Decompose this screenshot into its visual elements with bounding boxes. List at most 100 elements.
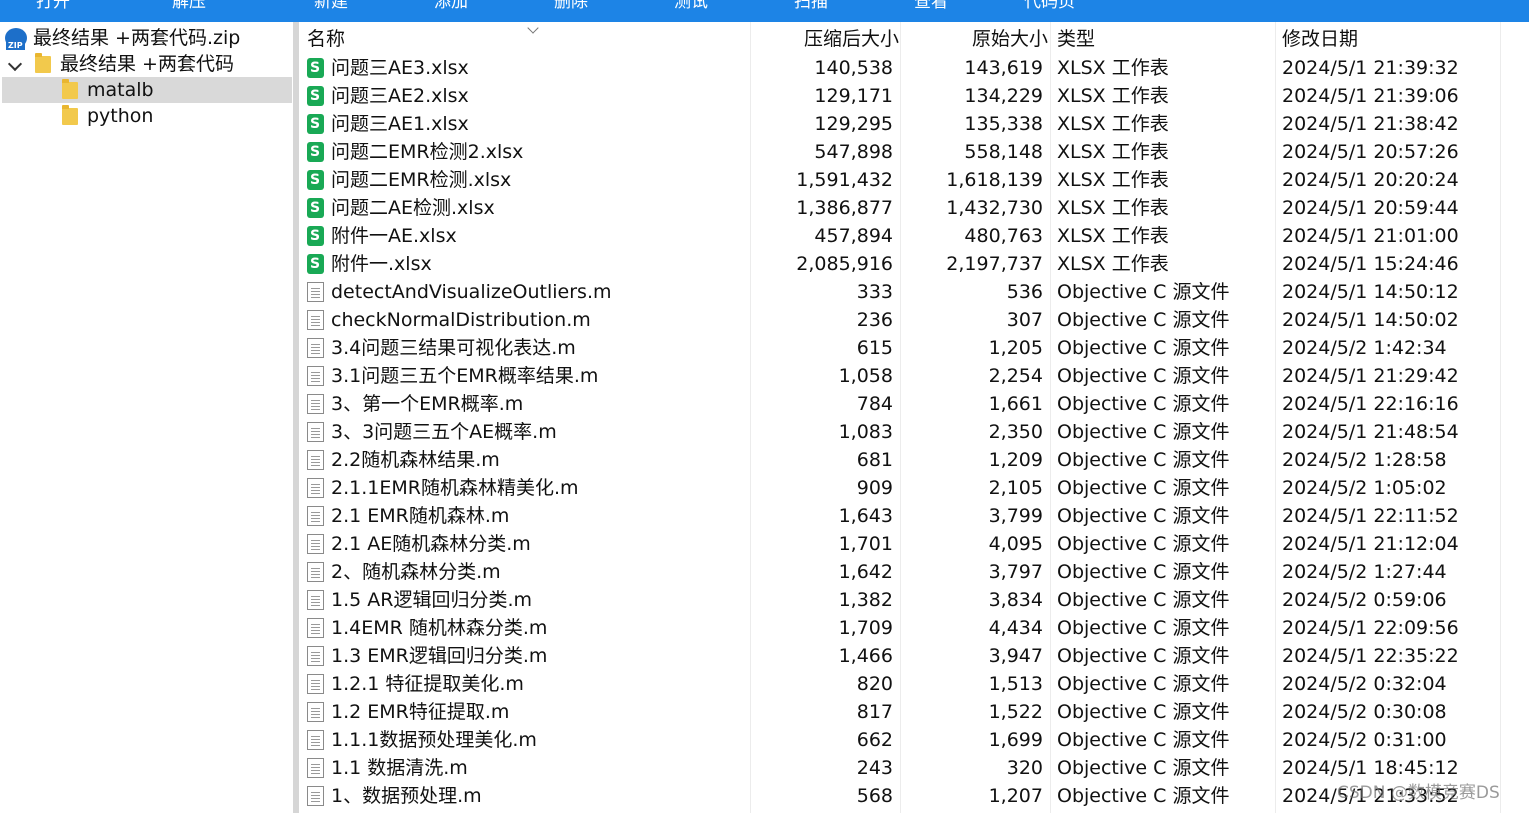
file-type: Objective C 源文件 <box>1057 309 1230 331</box>
file-type: Objective C 源文件 <box>1057 365 1230 387</box>
tree-item-matalb[interactable]: matalb <box>2 77 292 103</box>
file-type: Objective C 源文件 <box>1057 421 1230 443</box>
modified-date: 2024/5/1 20:59:44 <box>1282 197 1459 219</box>
file-row[interactable]: 附件一.xlsx 2,085,916 2,197,737 XLSX 工作表 2024/5… <box>299 250 1529 278</box>
xlsx-icon <box>307 170 324 190</box>
m-file-icon <box>307 534 324 554</box>
modified-date: 2024/5/2 1:42:34 <box>1282 337 1447 359</box>
file-type: XLSX 工作表 <box>1057 197 1169 219</box>
tree-item-label: 最终结果 +两套代码 <box>60 53 234 75</box>
file-row[interactable]: 1.1.1数据预处理美化.m 662 1,699 Objective C 源文件 202… <box>299 726 1529 754</box>
original-size: 2,350 <box>988 421 1043 443</box>
column-header-compressed[interactable]: 压缩后大小 <box>804 22 899 54</box>
file-row[interactable]: 1.2 EMR特征提取.m 817 1,522 Objective C 源文件 2024… <box>299 698 1529 726</box>
column-header-type[interactable]: 类型 <box>1057 22 1095 54</box>
modified-date: 2024/5/1 21:39:32 <box>1282 57 1459 79</box>
file-row[interactable]: 2、随机森林分类.m 1,642 3,797 Objective C 源文件 2024/… <box>299 558 1529 586</box>
modified-date: 2024/5/1 20:20:24 <box>1282 169 1459 191</box>
tree-item-root-folder[interactable]: 最终结果 +两套代码 <box>2 51 292 77</box>
file-type: Objective C 源文件 <box>1057 729 1230 751</box>
file-type: XLSX 工作表 <box>1057 113 1169 135</box>
m-file-icon <box>307 730 324 750</box>
original-size: 4,095 <box>988 533 1043 555</box>
toolbar: 打开 解压 新建 添加 删除 测试 扫描 查看 代码页 <box>0 0 1529 22</box>
original-size: 480,763 <box>964 225 1043 247</box>
original-size: 1,209 <box>988 449 1043 471</box>
tree-item-archive[interactable]: 最终结果 +两套代码.zip <box>2 25 292 51</box>
new-button[interactable]: 新建 <box>314 0 348 13</box>
file-type: Objective C 源文件 <box>1057 449 1230 471</box>
open-button[interactable]: 打开 <box>36 0 70 13</box>
tree-item-label: python <box>87 105 154 127</box>
folder-icon <box>62 79 78 99</box>
file-row[interactable]: 问题二AE检测.xlsx 1,386,877 1,432,730 XLSX 工作表 20… <box>299 194 1529 222</box>
file-row[interactable]: 3、3问题三五个AE概率.m 1,083 2,350 Objective C 源文件 2… <box>299 418 1529 446</box>
column-header-label: 名称 <box>307 28 346 50</box>
file-type: Objective C 源文件 <box>1057 701 1230 723</box>
codepage-button[interactable]: 代码页 <box>1024 0 1075 13</box>
file-row[interactable]: 问题三AE2.xlsx 129,171 134,229 XLSX 工作表 2024/5/… <box>299 82 1529 110</box>
compressed-size: 817 <box>856 701 893 723</box>
modified-date: 2024/5/1 21:48:54 <box>1282 421 1459 443</box>
file-name: 1.3 EMR逻辑回归分类.m <box>331 645 548 667</box>
file-row[interactable]: 1.3 EMR逻辑回归分类.m 1,466 3,947 Objective C 源文件… <box>299 642 1529 670</box>
compressed-size: 1,083 <box>838 421 893 443</box>
file-type: Objective C 源文件 <box>1057 505 1230 527</box>
file-row[interactable]: checkNormalDistribution.m 236 307 Objective… <box>299 306 1529 334</box>
file-row[interactable]: 问题三AE3.xlsx 140,538 143,619 XLSX 工作表 2024/5/… <box>299 54 1529 82</box>
file-row[interactable]: 问题三AE1.xlsx 129,295 135,338 XLSX 工作表 2024/5/… <box>299 110 1529 138</box>
file-row[interactable]: 1.5 AR逻辑回归分类.m 1,382 3,834 Objective C 源文件 2… <box>299 586 1529 614</box>
modified-date: 2024/5/2 1:28:58 <box>1282 449 1447 471</box>
file-row[interactable]: detectAndVisualizeOutliers.m 333 536 Object… <box>299 278 1529 306</box>
column-header-name[interactable]: 名称 <box>307 22 747 54</box>
modified-date: 2024/5/1 14:50:12 <box>1282 281 1459 303</box>
file-row[interactable]: 3.4问题三结果可视化表达.m 615 1,205 Objective C 源文件 20… <box>299 334 1529 362</box>
modified-date: 2024/5/2 0:32:04 <box>1282 673 1447 695</box>
file-row[interactable]: 2.1 AE随机森林分类.m 1,701 4,095 Objective C 源文件 2… <box>299 530 1529 558</box>
file-row[interactable]: 问题二EMR检测2.xlsx 547,898 558,148 XLSX 工作表 2024… <box>299 138 1529 166</box>
file-row[interactable]: 1.2.1 特征提取美化.m 820 1,513 Objective C 源文件 202… <box>299 670 1529 698</box>
original-size: 1,699 <box>988 729 1043 751</box>
add-button[interactable]: 添加 <box>434 0 468 13</box>
file-row[interactable]: 2.2随机森林结果.m 681 1,209 Objective C 源文件 2024/5… <box>299 446 1529 474</box>
m-file-icon <box>307 478 324 498</box>
m-file-icon <box>307 674 324 694</box>
delete-button[interactable]: 删除 <box>554 0 588 13</box>
file-type: Objective C 源文件 <box>1057 561 1230 583</box>
file-type: Objective C 源文件 <box>1057 757 1230 779</box>
compressed-size: 457,894 <box>814 225 893 247</box>
file-row[interactable]: 问题二EMR检测.xlsx 1,591,432 1,618,139 XLSX 工作表 2… <box>299 166 1529 194</box>
file-name: 问题三AE3.xlsx <box>331 57 469 79</box>
xlsx-icon <box>307 86 324 106</box>
original-size: 2,105 <box>988 477 1043 499</box>
file-type: Objective C 源文件 <box>1057 477 1230 499</box>
column-header-original[interactable]: 原始大小 <box>972 22 1048 54</box>
original-size: 1,432,730 <box>946 197 1043 219</box>
original-size: 4,434 <box>988 617 1043 639</box>
file-row[interactable]: 1.4EMR 随机林森分类.m 1,709 4,434 Objective C 源文件… <box>299 614 1529 642</box>
scan-button[interactable]: 扫描 <box>794 0 828 13</box>
extract-button[interactable]: 解压 <box>172 0 206 13</box>
m-file-icon <box>307 758 324 778</box>
original-size: 1,522 <box>988 701 1043 723</box>
chevron-down-icon[interactable] <box>7 56 23 72</box>
file-row[interactable]: 2.1.1EMR随机森林精美化.m 909 2,105 Objective C 源文件… <box>299 474 1529 502</box>
file-type: XLSX 工作表 <box>1057 141 1169 163</box>
compressed-size: 140,538 <box>814 57 893 79</box>
file-name: 问题二EMR检测2.xlsx <box>331 141 524 163</box>
view-button[interactable]: 查看 <box>914 0 948 13</box>
file-row[interactable]: 附件一AE.xlsx 457,894 480,763 XLSX 工作表 2024/5/1… <box>299 222 1529 250</box>
file-type: XLSX 工作表 <box>1057 225 1169 247</box>
file-name: 2.2随机森林结果.m <box>331 449 500 471</box>
tree-item-python[interactable]: python <box>2 103 292 129</box>
column-header-modified[interactable]: 修改日期 <box>1282 22 1358 54</box>
file-name: 附件一AE.xlsx <box>331 225 457 247</box>
file-row[interactable]: 1.1 数据清洗.m 243 320 Objective C 源文件 2024/5/1 … <box>299 754 1529 782</box>
compressed-size: 568 <box>856 785 893 807</box>
test-button[interactable]: 测试 <box>674 0 708 13</box>
file-row[interactable]: 3、第一个EMR概率.m 784 1,661 Objective C 源文件 2024/… <box>299 390 1529 418</box>
file-row[interactable]: 2.1 EMR随机森林.m 1,643 3,799 Objective C 源文件 20… <box>299 502 1529 530</box>
modified-date: 2024/5/2 1:05:02 <box>1282 477 1447 499</box>
file-row[interactable]: 3.1问题三五个EMR概率结果.m 1,058 2,254 Objective C 源… <box>299 362 1529 390</box>
modified-date: 2024/5/1 21:29:42 <box>1282 365 1459 387</box>
